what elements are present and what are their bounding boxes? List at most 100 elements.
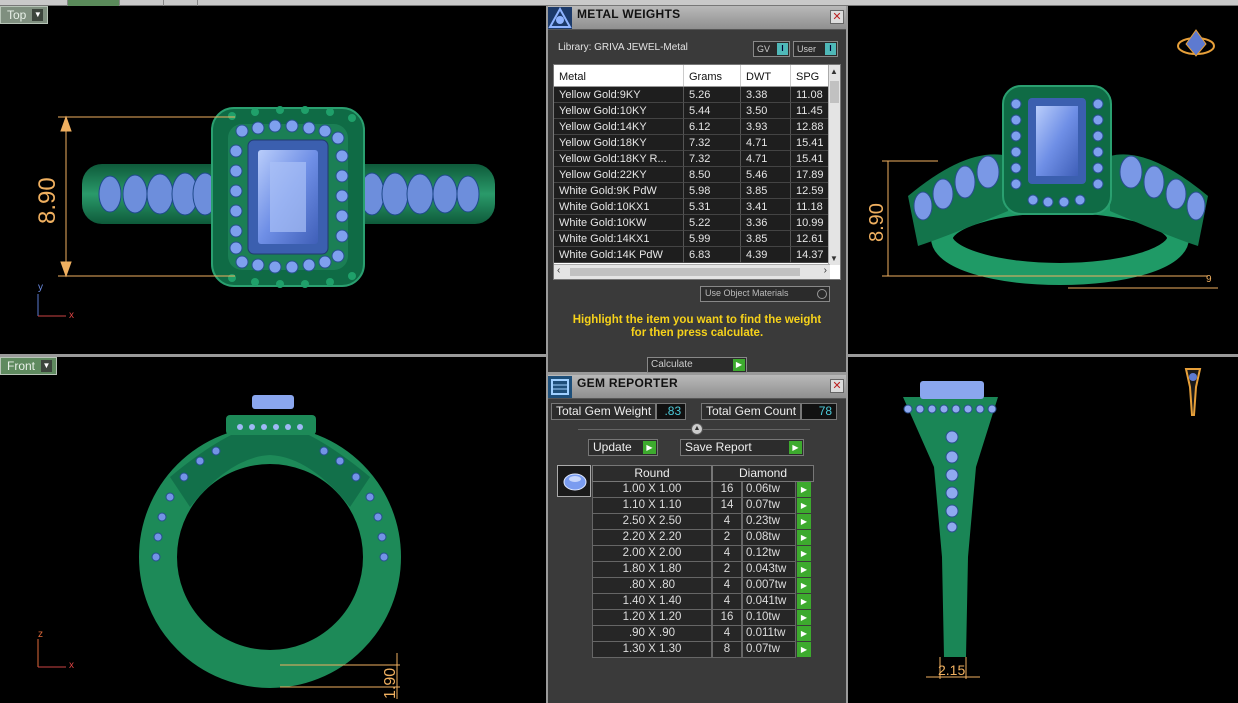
gem-reporter-titlebar[interactable]: GEM REPORTER ✕ — [548, 375, 846, 399]
play-icon[interactable]: ▶ — [797, 546, 811, 561]
play-icon[interactable]: ▶ — [797, 482, 811, 497]
play-icon[interactable]: ▶ — [797, 514, 811, 529]
total-gem-weight: Total Gem Weight .83 — [551, 403, 687, 420]
viewport-top[interactable]: Top ▼ 8.90 y x — [0, 6, 546, 354]
pen-icon[interactable] — [1184, 368, 1202, 416]
metal-table[interactable]: Metal Grams DWT SPG Yellow Gold:9KY 5.26 3… — [553, 64, 841, 280]
table-row[interactable]: White Gold:10KW 5.22 3.36 10.99 — [554, 215, 830, 231]
axis-z-label: z — [38, 629, 43, 640]
table-row[interactable]: White Gold:10KX1 5.31 3.41 11.18 — [554, 199, 830, 215]
play-icon[interactable]: ▶ — [797, 642, 811, 657]
gem-row[interactable]: 1.80 X 1.80 2 0.043tw ▶ — [592, 562, 814, 578]
gem-row[interactable]: .90 X .90 4 0.011tw ▶ — [592, 626, 814, 642]
col-spg[interactable]: SPG — [791, 65, 830, 86]
gem-row[interactable]: 1.20 X 1.20 16 0.10tw ▶ — [592, 610, 814, 626]
play-icon[interactable]: ▶ — [797, 594, 811, 609]
cell-grams: 5.99 — [684, 231, 741, 247]
cell-dwt: 3.85 — [741, 183, 791, 199]
use-object-materials-toggle[interactable]: Use Object Materials — [700, 286, 830, 302]
toggle-gv[interactable]: GV I — [753, 41, 790, 57]
cell-grams: 7.32 — [684, 135, 741, 151]
metal-weights-logo-icon — [548, 7, 572, 29]
gem-round-icon[interactable] — [557, 465, 591, 497]
gem-weight: 0.08tw ▶ — [742, 530, 811, 546]
play-icon[interactable]: ▶ — [797, 530, 811, 545]
gem-count: 4 — [712, 594, 742, 610]
metal-weights-titlebar[interactable]: METAL WEIGHTS ✕ — [548, 6, 846, 30]
table-row[interactable]: White Gold:9K PdW 5.98 3.85 12.59 — [554, 183, 830, 199]
table-row[interactable]: Yellow Gold:22KY 8.50 5.46 17.89 — [554, 167, 830, 183]
gem-weight-value: 0.07tw — [746, 499, 780, 511]
collapse-handle-icon[interactable]: ▲ — [691, 423, 703, 435]
dimension-width-persp: 9 — [1206, 274, 1212, 285]
view-cube-icon[interactable] — [1177, 29, 1215, 57]
radio-icon — [817, 289, 827, 299]
gem-weight: 0.10tw ▶ — [742, 610, 811, 626]
table-row[interactable]: White Gold:14K PdW 6.83 4.39 14.37 — [554, 247, 830, 263]
save-report-button[interactable]: Save Report ▶ — [680, 439, 804, 456]
col-grams[interactable]: Grams — [684, 65, 741, 86]
gem-weight: 0.007tw ▶ — [742, 578, 811, 594]
cell-spg: 12.59 — [791, 183, 830, 199]
gem-weight-value: 0.08tw — [746, 531, 780, 543]
play-icon[interactable]: ▶ — [797, 562, 811, 577]
ring-top-view — [37, 106, 495, 317]
shape-header: Round — [592, 465, 712, 482]
cell-dwt: 3.36 — [741, 215, 791, 231]
play-icon[interactable]: ▶ — [797, 498, 811, 513]
total-gem-count: Total Gem Count 78 — [701, 403, 838, 420]
gem-size: 2.00 X 2.00 — [592, 546, 712, 562]
gem-table[interactable]: Round Diamond 1.00 X 1.00 16 0.06tw ▶ 1.10 X… — [592, 465, 814, 658]
table-row[interactable]: Yellow Gold:10KY 5.44 3.50 11.45 — [554, 103, 830, 119]
cell-metal: White Gold:9K PdW — [554, 183, 684, 199]
viewport-right[interactable]: 2.15 — [848, 357, 1238, 703]
gem-weight-value: 0.011tw — [746, 627, 786, 639]
close-icon[interactable]: ✕ — [830, 379, 844, 393]
table-row[interactable]: Yellow Gold:9KY 5.26 3.38 11.08 — [554, 87, 830, 103]
gem-row[interactable]: 2.00 X 2.00 4 0.12tw ▶ — [592, 546, 814, 562]
gem-count: 4 — [712, 626, 742, 642]
dropdown-icon[interactable]: ▼ — [41, 360, 53, 372]
viewport-label-front[interactable]: Front ▼ — [0, 357, 58, 375]
vertical-scrollbar[interactable]: ▲ ▼ — [828, 65, 840, 265]
update-button[interactable]: Update ▶ — [588, 439, 658, 456]
viewport-front[interactable]: Front ▼ 1.90 z x — [0, 357, 546, 703]
dropdown-icon[interactable]: ▼ — [32, 9, 44, 21]
play-icon[interactable]: ▶ — [797, 626, 811, 641]
gem-row[interactable]: 1.40 X 1.40 4 0.041tw ▶ — [592, 594, 814, 610]
gem-row[interactable]: 2.50 X 2.50 4 0.23tw ▶ — [592, 514, 814, 530]
gem-row[interactable]: 2.20 X 2.20 2 0.08tw ▶ — [592, 530, 814, 546]
axis-x-label: x — [69, 310, 74, 321]
viewport-label-top[interactable]: Top ▼ — [0, 6, 49, 24]
toggle-user[interactable]: User I — [793, 41, 838, 57]
cell-spg: 15.41 — [791, 151, 830, 167]
close-icon[interactable]: ✕ — [830, 10, 844, 24]
cell-dwt: 4.39 — [741, 247, 791, 263]
gem-row[interactable]: .80 X .80 4 0.007tw ▶ — [592, 578, 814, 594]
col-metal[interactable]: Metal — [554, 65, 684, 86]
gem-weight-value: 0.07tw — [746, 643, 780, 655]
gem-weight: 0.07tw ▶ — [742, 498, 811, 514]
gem-reporter-logo-icon — [548, 376, 572, 398]
cell-grams: 6.12 — [684, 119, 741, 135]
gem-row[interactable]: 1.30 X 1.30 8 0.07tw ▶ — [592, 642, 814, 658]
col-dwt[interactable]: DWT — [741, 65, 791, 86]
gem-row[interactable]: 1.10 X 1.10 14 0.07tw ▶ — [592, 498, 814, 514]
table-row[interactable]: Yellow Gold:14KY 6.12 3.93 12.88 — [554, 119, 830, 135]
ring-side-view — [903, 368, 1202, 679]
play-icon[interactable]: ▶ — [797, 578, 811, 593]
viewport-perspective[interactable]: 8.90 9 — [848, 6, 1238, 354]
table-row[interactable]: White Gold:14KX1 5.99 3.85 12.61 — [554, 231, 830, 247]
instruction-text: Highlight the item you want to find the … — [572, 314, 822, 339]
table-row[interactable]: Yellow Gold:18KY 7.32 4.71 15.41 — [554, 135, 830, 151]
table-row[interactable]: Yellow Gold:18KY R... 7.32 4.71 15.41 — [554, 151, 830, 167]
cell-grams: 5.98 — [684, 183, 741, 199]
calculate-button[interactable]: Calculate ▶ — [647, 357, 747, 373]
play-icon[interactable]: ▶ — [797, 610, 811, 625]
cell-spg: 17.89 — [791, 167, 830, 183]
gem-count: 16 — [712, 482, 742, 498]
horizontal-scrollbar[interactable]: ‹ › — [554, 264, 830, 279]
gem-row[interactable]: 1.00 X 1.00 16 0.06tw ▶ — [592, 482, 814, 498]
cell-spg: 11.45 — [791, 103, 830, 119]
cell-dwt: 4.71 — [741, 151, 791, 167]
